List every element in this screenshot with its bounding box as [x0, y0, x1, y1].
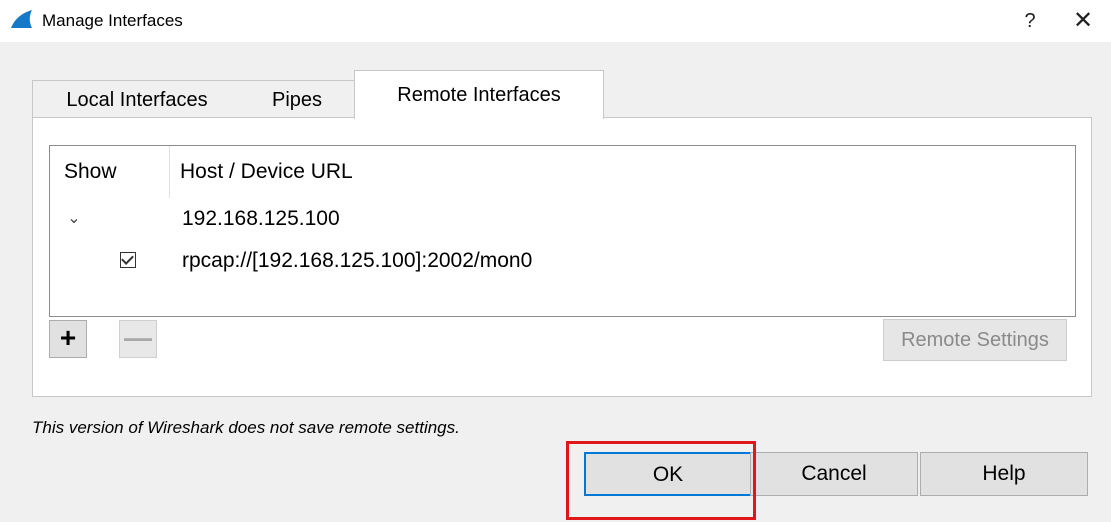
remote-interfaces-tree[interactable]: Show Host / Device URL ⌄ 192.168.125.100… [49, 145, 1076, 317]
remove-remote-host-button[interactable]: — [119, 320, 157, 358]
tree-header: Show Host / Device URL [50, 146, 1075, 198]
tree-row-host[interactable]: ⌄ 192.168.125.100 [50, 198, 1075, 240]
tab-remote-interfaces[interactable]: Remote Interfaces [354, 70, 604, 119]
remote-settings-button[interactable]: Remote Settings [883, 319, 1067, 361]
tab-pipes[interactable]: Pipes [240, 80, 355, 119]
column-header-url[interactable]: Host / Device URL [180, 146, 353, 198]
footer-note: This version of Wireshark does not save … [32, 418, 460, 437]
wireshark-fin-icon [11, 10, 32, 28]
ok-button[interactable]: OK [584, 452, 752, 496]
title-bar: Manage Interfaces ? ✕ [0, 0, 1111, 42]
host-label: 192.168.125.100 [182, 207, 340, 230]
help-icon[interactable]: ? [1010, 6, 1050, 36]
show-checkbox[interactable] [120, 252, 136, 268]
interface-url: rpcap://[192.168.125.100]:2002/mon0 [182, 249, 533, 272]
column-header-show[interactable]: Show [50, 146, 170, 198]
tab-local-interfaces[interactable]: Local Interfaces [32, 80, 242, 119]
close-icon[interactable]: ✕ [1063, 6, 1103, 36]
window-title: Manage Interfaces [42, 11, 183, 30]
chevron-down-icon[interactable]: ⌄ [64, 198, 84, 240]
cancel-button[interactable]: Cancel [750, 452, 918, 496]
remote-interfaces-panel: Show Host / Device URL ⌄ 192.168.125.100… [32, 117, 1092, 397]
tree-row-interface[interactable]: rpcap://[192.168.125.100]:2002/mon0 [50, 240, 1075, 282]
help-button[interactable]: Help [920, 452, 1088, 496]
manage-interfaces-dialog: Manage Interfaces ? ✕ Local Interfaces P… [0, 0, 1111, 522]
add-remote-host-button[interactable]: + [49, 320, 87, 358]
